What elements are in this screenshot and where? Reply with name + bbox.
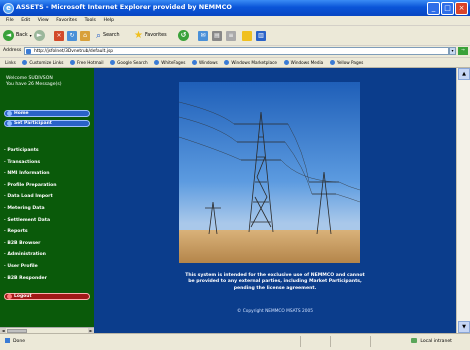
maximize-button[interactable]: □ bbox=[441, 2, 454, 15]
menu-bar: File Edit View Favorites Tools Help bbox=[0, 16, 470, 26]
usage-notice: This system is intended for the exclusiv… bbox=[185, 273, 365, 291]
refresh-button[interactable]: ↻ bbox=[67, 29, 77, 42]
ie-logo-icon: e bbox=[3, 3, 14, 14]
link-media[interactable]: Windows Media bbox=[284, 58, 324, 67]
back-button[interactable]: ◄ Back ▾ bbox=[3, 29, 32, 42]
edit-button[interactable]: ≡ bbox=[226, 29, 236, 42]
star-icon: ★ bbox=[134, 30, 143, 41]
search-button[interactable]: ⌕ Search bbox=[96, 29, 120, 42]
menu-metering-data[interactable]: Metering Data bbox=[0, 203, 94, 215]
welcome-text: Welcome SUDIVSON You have 26 Message(s) bbox=[6, 76, 62, 87]
menu-reports[interactable]: Reports bbox=[0, 226, 94, 238]
menu-file[interactable]: File bbox=[6, 16, 14, 25]
address-label: Address bbox=[3, 48, 22, 53]
copyright-text: © Copyright NEMMCO MSATS 2005 bbox=[237, 309, 313, 314]
mail-button[interactable]: ✉ bbox=[198, 29, 208, 42]
menu-b2b-browser[interactable]: B2B Browser bbox=[0, 238, 94, 250]
menu-settlement-data[interactable]: Settlement Data bbox=[0, 215, 94, 227]
link-windows[interactable]: Windows bbox=[192, 58, 218, 67]
favorites-button[interactable]: ★ Favorites bbox=[134, 29, 167, 42]
edit-icon: ≡ bbox=[226, 30, 236, 41]
link-marketplace[interactable]: Windows Marketplace bbox=[224, 58, 277, 67]
menu-edit[interactable]: Edit bbox=[21, 16, 30, 25]
set-participant-link[interactable]: Set Participant bbox=[4, 120, 90, 127]
folder-button[interactable] bbox=[242, 29, 252, 42]
window-title: ASSETS - Microsoft Internet Explorer pro… bbox=[16, 3, 232, 11]
history-icon: ↺ bbox=[178, 30, 189, 41]
menu-help[interactable]: Help bbox=[104, 16, 114, 25]
link-whitepages[interactable]: WhiteFages bbox=[154, 58, 185, 67]
home-icon: ⌂ bbox=[80, 30, 90, 41]
link-hotmail[interactable]: Free Hotmail bbox=[70, 58, 104, 67]
logout-link[interactable]: Logout bbox=[4, 293, 90, 300]
history-button[interactable]: ↺ bbox=[178, 29, 189, 42]
power-pylons-image bbox=[179, 82, 360, 263]
browser-toolbar: ◄ Back ▾ ► × ↻ ⌂ ⌕ Search ★ Favorites ↺ … bbox=[0, 26, 470, 46]
menu-participants[interactable]: Participants bbox=[0, 145, 94, 157]
stop-icon: × bbox=[54, 30, 64, 41]
main-content: This system is intended for the exclusiv… bbox=[94, 68, 456, 333]
close-button[interactable]: × bbox=[455, 2, 468, 15]
vertical-scrollbar[interactable]: ▲ ▼ bbox=[456, 68, 470, 333]
links-bar: Links Customize Links Free Hotmail Googl… bbox=[0, 58, 470, 68]
page-icon bbox=[26, 49, 31, 54]
sidebar: Welcome SUDIVSON You have 26 Message(s) … bbox=[0, 68, 94, 327]
links-label: Links bbox=[5, 60, 16, 65]
logout-bullet-icon bbox=[7, 294, 12, 299]
link-google[interactable]: Google Search bbox=[110, 58, 147, 67]
link-yellowpages[interactable]: Yellow Pages bbox=[330, 58, 364, 67]
title-bar: e ASSETS - Microsoft Internet Explorer p… bbox=[0, 0, 470, 16]
scroll-up-icon[interactable]: ▲ bbox=[458, 68, 470, 80]
minimize-button[interactable]: _ bbox=[427, 2, 440, 15]
address-dropdown-icon[interactable]: ▾ bbox=[449, 47, 456, 55]
address-input[interactable]: http://jsfolnet/3Dvnetrub/default.jsp bbox=[24, 47, 449, 55]
status-bar: Done Local intranet bbox=[0, 333, 470, 350]
print-icon: ▤ bbox=[212, 30, 222, 41]
home-button[interactable]: ⌂ bbox=[80, 29, 90, 42]
book-icon: ▥ bbox=[256, 30, 266, 41]
menu-b2b-responder[interactable]: B2B Responder bbox=[0, 273, 94, 285]
main-menu: Participants Transactions NMI Informatio… bbox=[0, 145, 94, 284]
menu-data-load-import[interactable]: Data Load Import bbox=[0, 191, 94, 203]
messenger-button[interactable]: ▥ bbox=[256, 29, 266, 42]
stop-button[interactable]: × bbox=[54, 29, 64, 42]
forward-arrow-icon: ► bbox=[34, 30, 45, 41]
menu-tools[interactable]: Tools bbox=[85, 16, 96, 25]
folder-icon bbox=[242, 30, 252, 41]
set-participant-bullet-icon bbox=[7, 121, 12, 126]
menu-profile-preparation[interactable]: Profile Preparation bbox=[0, 180, 94, 192]
go-button[interactable]: → bbox=[458, 47, 468, 55]
print-button[interactable]: ▤ bbox=[212, 29, 222, 42]
address-bar: Address http://jsfolnet/3Dvnetrub/defaul… bbox=[0, 46, 470, 58]
menu-administration[interactable]: Administration bbox=[0, 249, 94, 261]
zone-text: Local intranet bbox=[411, 338, 452, 344]
back-arrow-icon: ◄ bbox=[3, 30, 14, 41]
home-link[interactable]: Home bbox=[4, 110, 90, 117]
home-bullet-icon bbox=[7, 111, 12, 116]
status-text: Done bbox=[5, 338, 25, 344]
refresh-icon: ↻ bbox=[67, 30, 77, 41]
menu-transactions[interactable]: Transactions bbox=[0, 157, 94, 169]
menu-user-profile[interactable]: User Profile bbox=[0, 261, 94, 273]
menu-favorites[interactable]: Favorites bbox=[56, 16, 77, 25]
menu-view[interactable]: View bbox=[38, 16, 49, 25]
link-customize[interactable]: Customize Links bbox=[22, 58, 63, 67]
search-icon: ⌕ bbox=[96, 30, 102, 41]
scroll-down-icon[interactable]: ▼ bbox=[458, 321, 470, 333]
menu-nmi-information[interactable]: NMI Information bbox=[0, 168, 94, 180]
mail-icon: ✉ bbox=[198, 30, 208, 41]
forward-button[interactable]: ► bbox=[34, 29, 45, 42]
